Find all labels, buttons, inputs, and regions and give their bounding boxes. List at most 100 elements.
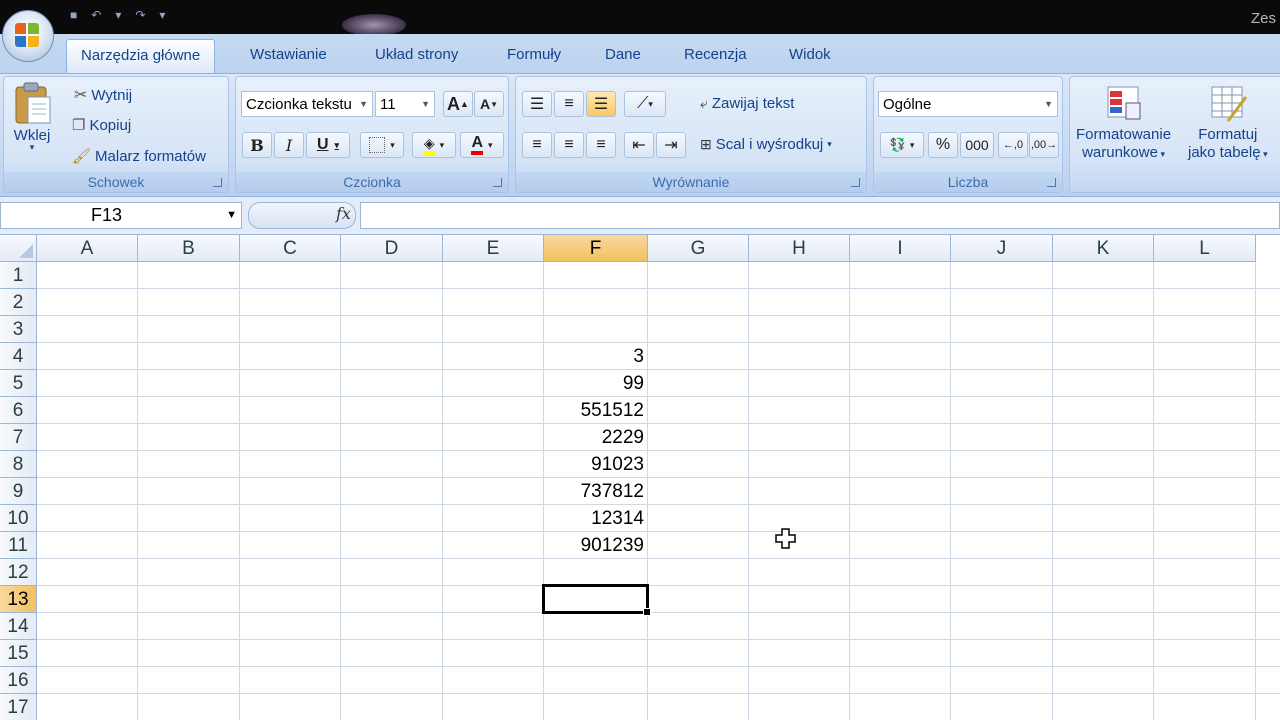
row-header-14[interactable]: 14 [0, 613, 37, 640]
column-header-i[interactable]: I [850, 235, 951, 262]
column-header-l[interactable]: L [1154, 235, 1256, 262]
paste-button[interactable]: Wklej ▾ [12, 81, 52, 153]
row-header-15[interactable]: 15 [0, 640, 37, 667]
increase-indent-button[interactable]: ⇥ [656, 132, 686, 158]
italic-button[interactable]: I [274, 132, 304, 158]
alignment-group: ☰ ≡ ☰ ⟋ ▾ ⤶ Zawijaj tekst ≡ ≡ ≡ ⇤ ⇥ ⊞ Sca… [515, 76, 867, 193]
column-header-a[interactable]: A [37, 235, 138, 262]
column-header-e[interactable]: E [443, 235, 544, 262]
align-middle-button[interactable]: ≡ [554, 91, 584, 117]
row-header-7[interactable]: 7 [0, 424, 37, 451]
currency-button[interactable]: 💱 ▾ [880, 132, 924, 158]
conditional-formatting-button[interactable]: Formatowanie warunkowe ▾ [1076, 83, 1171, 161]
tab-data[interactable]: Dane [605, 46, 641, 63]
font-color-button[interactable]: A ▾ [460, 132, 504, 158]
row-header-11[interactable]: 11 [0, 532, 37, 559]
row-header-16[interactable]: 16 [0, 667, 37, 694]
alignment-launcher-icon[interactable] [851, 178, 860, 187]
customize-qat-icon[interactable]: ▾ [159, 8, 165, 22]
font-name-combo[interactable]: Czcionka tekstu ▼ [241, 91, 373, 117]
tab-insert[interactable]: Wstawianie [250, 46, 327, 63]
grow-font-button[interactable]: A ▲ [443, 91, 473, 117]
column-header-c[interactable]: C [240, 235, 341, 262]
column-header-j[interactable]: J [951, 235, 1053, 262]
orientation-button[interactable]: ⟋ ▾ [624, 91, 666, 117]
font-launcher-icon[interactable] [493, 178, 502, 187]
cell-f7[interactable]: 2229 [544, 424, 648, 451]
tab-formulas[interactable]: Formuły [507, 46, 561, 63]
format-painter-button[interactable]: 🖌 Malarz formatów [72, 147, 206, 166]
row-header-5[interactable]: 5 [0, 370, 37, 397]
styles-group: Formatowanie warunkowe ▾ Formatuj jako t… [1069, 76, 1280, 193]
undo-icon[interactable]: ↶ [91, 8, 101, 22]
tab-view[interactable]: Widok [789, 46, 831, 63]
column-header-d[interactable]: D [341, 235, 443, 262]
name-box[interactable]: F13 ▼ [0, 202, 242, 229]
shrink-font-button[interactable]: A ▼ [474, 91, 504, 117]
column-header-k[interactable]: K [1053, 235, 1154, 262]
cell-f6[interactable]: 551512 [544, 397, 648, 424]
row-header-4[interactable]: 4 [0, 343, 37, 370]
cell-f4[interactable]: 3 [544, 343, 648, 370]
row-header-6[interactable]: 6 [0, 397, 37, 424]
underline-button[interactable]: U ▾ [306, 132, 350, 158]
cell-f5[interactable]: 99 [544, 370, 648, 397]
copy-label: Kopiuj [89, 116, 132, 134]
cell-f10[interactable]: 12314 [544, 505, 648, 532]
undo-dropdown-icon[interactable]: ▾ [115, 8, 121, 22]
align-top-button[interactable]: ☰ [522, 91, 552, 117]
borders-button[interactable]: ▾ [360, 132, 404, 158]
redo-icon[interactable]: ↷ [135, 8, 145, 22]
align-bottom-button[interactable]: ☰ [586, 91, 616, 117]
align-center-button[interactable]: ≡ [554, 132, 584, 158]
font-size-combo[interactable]: 11 ▼ [375, 91, 435, 117]
column-header-g[interactable]: G [648, 235, 749, 262]
wrap-text-button[interactable]: ⤶ Zawijaj tekst [700, 95, 794, 112]
format-as-table-button[interactable]: Formatuj jako tabelę ▾ [1188, 83, 1268, 161]
cell-f11[interactable]: 901239 [544, 532, 648, 559]
row-header-12[interactable]: 12 [0, 559, 37, 586]
row-header-2[interactable]: 2 [0, 289, 37, 316]
decrease-indent-button[interactable]: ⇤ [624, 132, 654, 158]
insert-function-icon[interactable]: fx [336, 204, 351, 223]
office-button[interactable] [2, 10, 54, 62]
row-header-13[interactable]: 13 [0, 586, 37, 613]
fill-color-button[interactable]: ◈ ▾ [412, 132, 456, 158]
row-header-9[interactable]: 9 [0, 478, 37, 505]
decrease-decimal-button[interactable]: ,00→ [1029, 132, 1059, 158]
save-icon[interactable]: ■ [70, 8, 77, 22]
grid-column-line [950, 262, 951, 720]
tab-home[interactable]: Narzędzia główne [66, 39, 216, 74]
number-format-combo[interactable]: Ogólne ▼ [878, 91, 1058, 117]
percent-button[interactable]: % [928, 132, 958, 158]
alignment-group-label: Wyrównanie [516, 172, 866, 192]
select-all-button[interactable] [0, 235, 37, 262]
number-launcher-icon[interactable] [1047, 178, 1056, 187]
row-header-1[interactable]: 1 [0, 262, 37, 289]
align-right-button[interactable]: ≡ [586, 132, 616, 158]
row-header-8[interactable]: 8 [0, 451, 37, 478]
tab-review[interactable]: Recenzja [684, 46, 747, 63]
merge-center-button[interactable]: ⊞ Scal i wyśrodkuj ▾ [700, 136, 832, 153]
column-header-h[interactable]: H [749, 235, 850, 262]
copy-button[interactable]: ❐ Kopiuj [72, 116, 132, 135]
formula-input[interactable] [360, 202, 1280, 229]
cut-button[interactable]: ✂ Wytnij [74, 85, 132, 105]
align-left-button[interactable]: ≡ [522, 132, 552, 158]
increase-decimal-button[interactable]: ←,0 [998, 132, 1028, 158]
cell-f9[interactable]: 737812 [544, 478, 648, 505]
row-header-10[interactable]: 10 [0, 505, 37, 532]
bold-icon: B [250, 135, 264, 155]
clipboard-group-label: Schowek [4, 172, 228, 192]
thousands-button[interactable]: 000 [960, 132, 994, 158]
row-header-3[interactable]: 3 [0, 316, 37, 343]
active-cell-outline[interactable] [542, 584, 651, 616]
cell-f8[interactable]: 91023 [544, 451, 648, 478]
clipboard-launcher-icon[interactable] [213, 178, 222, 187]
tab-page-layout[interactable]: Układ strony [375, 46, 458, 63]
bold-button[interactable]: B [242, 132, 272, 158]
spreadsheet-grid[interactable]: A B C D E F G H I J K L 1 2 3 4 5 6 7 8 9 10 11 12 13 14 15 16 17 3 99… [0, 235, 1280, 720]
row-header-17[interactable]: 17 [0, 694, 37, 720]
column-header-b[interactable]: B [138, 235, 240, 262]
column-header-f[interactable]: F [544, 235, 648, 262]
